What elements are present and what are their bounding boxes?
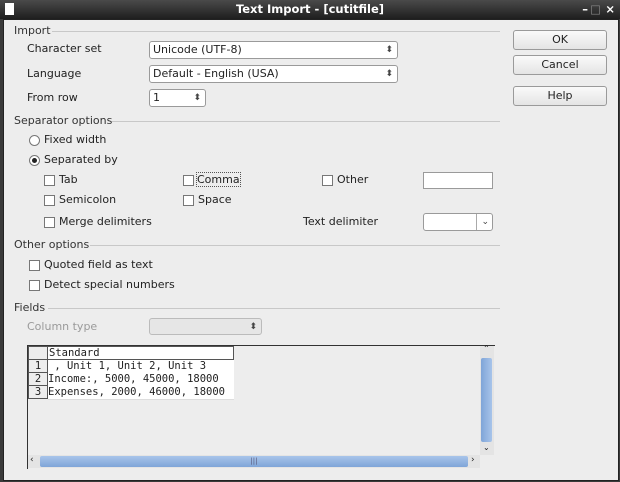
charset-select[interactable]: Unicode (UTF-8) ⬍	[149, 41, 398, 59]
ok-button[interactable]: OK	[513, 30, 607, 50]
chevron-down-icon: ⌄	[476, 214, 489, 230]
other-input[interactable]	[423, 172, 493, 189]
maximize-button[interactable]: □	[590, 0, 601, 19]
row-number[interactable]: 1	[28, 359, 48, 373]
from-row-spinner[interactable]: 1 ⬍	[149, 89, 206, 107]
tab-checkbox[interactable]	[44, 175, 55, 186]
row-number[interactable]: 2	[28, 372, 48, 386]
semicolon-checkbox[interactable]	[44, 195, 55, 206]
row-number[interactable]: 3	[28, 385, 48, 399]
merge-delimiters-checkbox[interactable]	[44, 217, 55, 228]
app-icon	[5, 3, 14, 15]
text-delimiter-select[interactable]: ⌄	[423, 213, 493, 231]
other-label: Other	[337, 173, 369, 186]
scroll-thumb[interactable]: |||	[40, 456, 468, 467]
minimize-button[interactable]: –	[582, 0, 588, 19]
window-title: Text Import - [cutitfile]	[235, 2, 385, 16]
text-delimiter-label: Text delimiter	[303, 215, 378, 228]
title-bar: Text Import - [cutitfile] – □ ×	[0, 0, 620, 19]
from-row-value: 1	[153, 91, 160, 104]
corner-cell	[28, 346, 48, 360]
other-options-heading: Other options	[14, 238, 90, 251]
semicolon-label: Semicolon	[59, 193, 117, 206]
column-type-label: Column type	[27, 320, 98, 333]
language-select[interactable]: Default - English (USA) ⬍	[149, 65, 398, 83]
fixed-width-label: Fixed width	[44, 133, 107, 146]
separated-by-radio[interactable]	[29, 155, 40, 166]
updown-icon: ⬍	[385, 45, 393, 55]
help-button[interactable]: Help	[513, 86, 607, 106]
tab-label: Tab	[59, 173, 78, 186]
chevron-right-icon[interactable]: ›	[471, 455, 475, 465]
preview-cell: , Unit 1, Unit 2, Unit 3	[48, 360, 234, 374]
comma-checkbox[interactable]	[183, 175, 194, 186]
detect-special-numbers-label: Detect special numbers	[44, 278, 175, 291]
chevron-up-icon[interactable]: ⌃	[483, 344, 490, 353]
quoted-field-label: Quoted field as text	[44, 258, 153, 271]
preview-grid[interactable]: Standard 1 , Unit 1, Unit 2, Unit 3 2 Inco…	[27, 344, 495, 469]
vertical-scrollbar[interactable]: ⌃ ⌄	[480, 344, 494, 455]
divider	[48, 308, 500, 309]
close-button[interactable]: ×	[605, 0, 615, 19]
charset-value: Unicode (UTF-8)	[153, 43, 242, 56]
chevron-down-icon[interactable]: ⌄	[483, 443, 490, 452]
column-header[interactable]: Standard	[47, 346, 234, 360]
scroll-thumb[interactable]	[481, 358, 492, 442]
charset-label: Character set	[27, 42, 102, 55]
preview-cell: Income:, 5000, 45000, 18000	[48, 373, 234, 387]
detect-special-numbers-checkbox[interactable]	[29, 280, 40, 291]
space-checkbox[interactable]	[183, 195, 194, 206]
divider	[52, 31, 500, 32]
updown-icon: ⬍	[249, 322, 257, 332]
comma-label: Comma	[196, 172, 241, 187]
divider	[112, 121, 500, 122]
language-label: Language	[27, 67, 82, 80]
spin-icon[interactable]: ⬍	[193, 90, 201, 106]
merge-delimiters-label: Merge delimiters	[59, 215, 152, 228]
horizontal-scrollbar[interactable]: ||| ‹ ›	[28, 455, 480, 468]
column-type-select[interactable]: ⬍	[149, 318, 262, 335]
separator-heading: Separator options	[14, 114, 113, 127]
language-value: Default - English (USA)	[153, 67, 279, 80]
other-checkbox[interactable]	[322, 175, 333, 186]
space-label: Space	[198, 193, 232, 206]
cancel-button[interactable]: Cancel	[513, 55, 607, 75]
import-heading: Import	[14, 24, 51, 37]
separated-by-label: Separated by	[44, 153, 118, 166]
from-row-label: From row	[27, 91, 78, 104]
updown-icon: ⬍	[385, 69, 393, 79]
fixed-width-radio[interactable]	[29, 135, 40, 146]
divider	[90, 245, 500, 246]
preview-cell: Expenses, 2000, 46000, 18000	[48, 386, 234, 400]
quoted-field-checkbox[interactable]	[29, 260, 40, 271]
chevron-left-icon[interactable]: ‹	[30, 455, 34, 465]
fields-heading: Fields	[14, 301, 46, 314]
